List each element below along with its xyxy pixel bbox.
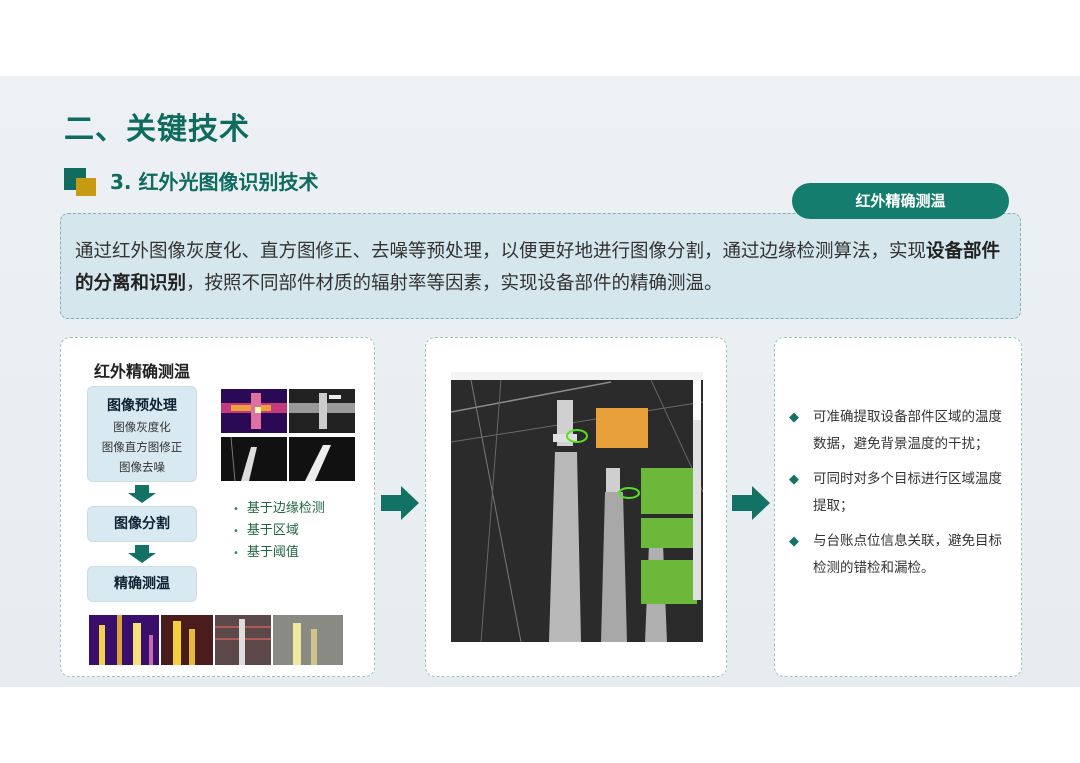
thermal-result-strip [89, 615, 343, 665]
diamond-bullet-icon: ◆ [789, 534, 799, 549]
method-item: • 基于阈值 [233, 545, 299, 560]
right-arrow-icon [732, 486, 770, 520]
step-preprocess-item: 图像灰度化 [113, 420, 171, 434]
edge-thumbnail [221, 437, 287, 481]
segment-thumbnail [289, 437, 355, 481]
step-preprocess-item: 图像直方图修正 [101, 440, 183, 454]
step-preprocess-item: 图像去噪 [119, 460, 165, 474]
diamond-bullet-icon: ◆ [789, 472, 799, 487]
thermal-image-panel [425, 337, 727, 677]
step-segmentation: 图像分割 [87, 506, 197, 542]
section-square-icon [64, 168, 98, 196]
section-title: 3. 红外光图像识别技术 [110, 170, 319, 194]
step-preprocess-title: 图像预处理 [107, 398, 177, 414]
description-text-2: ，按照不同部件材质的辐射率等因素，实现设备部件的精确测温。 [186, 273, 723, 294]
step-preprocess: 图像预处理 图像灰度化 图像直方图修正 图像去噪 [87, 386, 197, 482]
benefit-item: ◆ 与台账点位信息关联，避免目标检测的错检和漏检。 [789, 528, 1013, 582]
preprocess-thumbnails [221, 389, 357, 481]
step-measurement: 精确测温 [87, 566, 197, 602]
diamond-bullet-icon: ◆ [789, 410, 799, 425]
benefits-list: ◆ 可准确提取设备部件区域的温度数据，避免背景温度的干扰； ◆ 可同时对多个目标进行… [789, 404, 1013, 590]
down-arrow-icon [128, 545, 156, 563]
grayscale-thumbnail [289, 389, 355, 433]
benefit-item: ◆ 可准确提取设备部件区域的温度数据，避免背景温度的干扰； [789, 404, 1013, 458]
benefits-panel: ◆ 可准确提取设备部件区域的温度数据，避免背景温度的干扰； ◆ 可同时对多个目标进行… [774, 337, 1022, 677]
right-arrow-icon [381, 486, 419, 520]
process-panel: 红外精确测温 图像预处理 图像灰度化 图像直方图修正 图像去噪 图像分割 精确测… [60, 337, 375, 677]
method-item: • 基于区域 [233, 523, 299, 538]
page-title: 二、关键技术 [64, 112, 250, 147]
process-panel-title: 红外精确测温 [94, 362, 191, 381]
slide: 二、关键技术 3. 红外光图像识别技术 红外精确测温 通过红外图像灰度化、直方图… [0, 76, 1080, 687]
description-box: 通过红外图像灰度化、直方图修正、去噪等预处理，以便更好地进行图像分割，通过边缘检… [60, 213, 1021, 319]
description-text-1: 通过红外图像灰度化、直方图修正、去噪等预处理，以便更好地进行图像分割，通过边缘检… [75, 241, 927, 262]
method-item: • 基于边缘检测 [233, 501, 325, 516]
tag-pill: 红外精确测温 [792, 183, 1009, 219]
down-arrow-icon [128, 485, 156, 503]
method-list: • 基于边缘检测 • 基于区域 • 基于阈值 [233, 498, 325, 564]
thermal-measurement-image [451, 372, 703, 642]
thermal-thumbnail [221, 389, 287, 433]
benefit-item: ◆ 可同时对多个目标进行区域温度提取； [789, 466, 1013, 520]
